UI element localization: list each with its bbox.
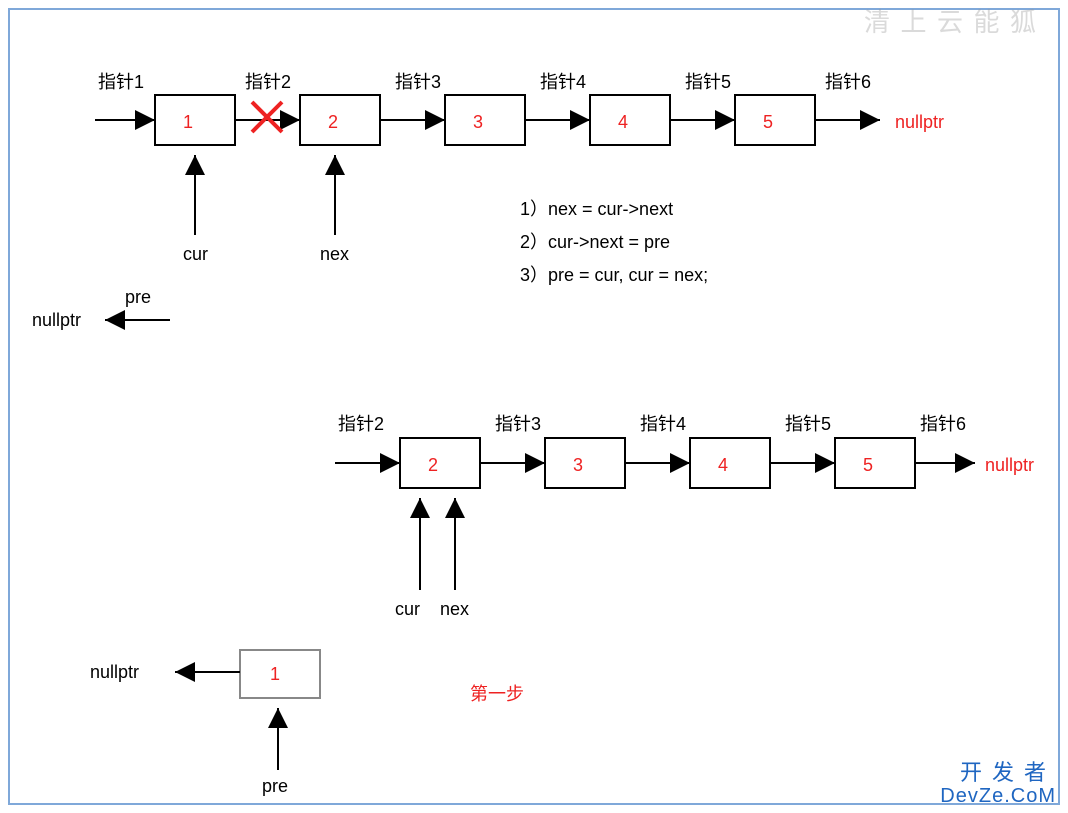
nex-label-top: nex [320, 244, 349, 264]
pre-label-top: pre [125, 287, 151, 307]
detached-value: 1 [270, 664, 280, 684]
b-node-box-3 [545, 438, 625, 488]
brand-en: DevZe.CoM [940, 785, 1056, 807]
tail-nullptr: nullptr [895, 112, 944, 132]
ptr1-label: 指针1 [98, 72, 144, 92]
b-ptr2-label: 指针2 [338, 414, 384, 434]
cur-label-top: cur [183, 244, 208, 264]
b-node-box-2 [400, 438, 480, 488]
detached-nullptr: nullptr [90, 662, 139, 682]
step2: 2）cur->next = pre [520, 232, 670, 252]
b-node5-value: 5 [863, 455, 873, 475]
node-box-2 [300, 95, 380, 145]
b-cur-label: cur [395, 599, 420, 619]
caption: 第一步 [470, 684, 524, 704]
b-tail-nullptr: nullptr [985, 455, 1034, 475]
b-node3-value: 3 [573, 455, 583, 475]
step1: 1）nex = cur->next [520, 199, 673, 219]
ptr2-label: 指针2 [245, 72, 291, 92]
node-box-5 [735, 95, 815, 145]
b-node2-value: 2 [428, 455, 438, 475]
ptr6-label: 指针6 [825, 72, 871, 92]
b-ptr4-label: 指针4 [640, 414, 686, 434]
b-node-box-5 [835, 438, 915, 488]
node1-value: 1 [183, 112, 193, 132]
b-nex-label: nex [440, 599, 469, 619]
node4-value: 4 [618, 112, 628, 132]
b-ptr6-label: 指针6 [920, 414, 966, 434]
b-ptr5-label: 指针5 [785, 414, 831, 434]
cut-x-icon [252, 102, 282, 132]
pre-nullptr-top: nullptr [32, 310, 81, 330]
b-node4-value: 4 [718, 455, 728, 475]
node-box-1 [155, 95, 235, 145]
node3-value: 3 [473, 112, 483, 132]
step3: 3）pre = cur, cur = nex; [520, 265, 708, 285]
node2-value: 2 [328, 112, 338, 132]
node5-value: 5 [763, 112, 773, 132]
node-box-3 [445, 95, 525, 145]
brand-watermark: 开发者 DevZe.CoM [940, 761, 1056, 807]
node-box-4 [590, 95, 670, 145]
brand-cn: 开发者 [940, 761, 1056, 785]
pre-label-bottom: pre [262, 776, 288, 796]
ptr5-label: 指针5 [685, 72, 731, 92]
ptr3-label: 指针3 [395, 72, 441, 92]
diagram-svg: 指针1 指针2 指针3 指针4 指针5 指针6 1 2 3 4 5 nullpt… [0, 0, 1068, 813]
b-ptr3-label: 指针3 [495, 414, 541, 434]
b-node-box-4 [690, 438, 770, 488]
ptr4-label: 指针4 [540, 72, 586, 92]
